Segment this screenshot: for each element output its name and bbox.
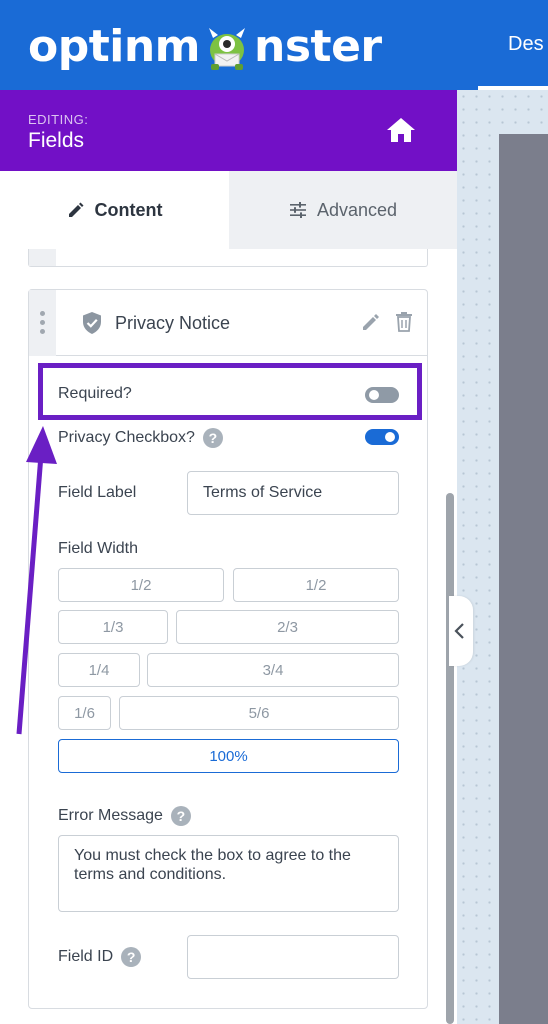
help-icon[interactable]: ? (170, 806, 191, 826)
drag-handle-icon[interactable] (29, 290, 56, 356)
width-option-2-3[interactable]: 2/3 (176, 610, 399, 644)
width-option-3-4[interactable]: 3/4 (147, 653, 399, 687)
field-id-input[interactable] (187, 935, 399, 979)
annotation-highlight-box (38, 363, 422, 420)
editing-label: EDITING: (28, 112, 89, 127)
logo-text-right: nster (254, 20, 382, 72)
error-message-label-text: Error Message (58, 807, 163, 825)
width-option-1-2[interactable]: 1/2 (58, 568, 224, 602)
shield-icon (83, 312, 101, 334)
pencil-icon (68, 202, 83, 217)
width-option-1-2[interactable]: 1/2 (233, 568, 399, 602)
trash-icon[interactable] (394, 311, 414, 333)
privacy-checkbox-label-text: Privacy Checkbox? (58, 429, 195, 447)
tab-advanced[interactable]: Advanced (229, 171, 457, 249)
field-label-label: Field Label (58, 484, 137, 501)
design-canvas (457, 90, 548, 1024)
tab-design-label: Des (508, 33, 544, 55)
width-option-100[interactable]: 100% (58, 739, 399, 773)
help-icon[interactable]: ? (121, 947, 142, 967)
sidebar-tabs: Content Advanced (0, 171, 457, 249)
tab-advanced-label: Advanced (316, 199, 398, 220)
tab-content-label: Content (94, 199, 163, 220)
campaign-preview (499, 134, 548, 1024)
edit-icon[interactable] (361, 312, 381, 332)
width-option-1-4[interactable]: 1/4 (58, 653, 140, 687)
sliders-icon (289, 202, 306, 218)
error-message-label: Error Message? (58, 806, 191, 826)
editing-header: EDITING: Fields (0, 90, 457, 171)
home-icon[interactable] (385, 116, 417, 144)
sidebar-scrollbar[interactable] (446, 493, 454, 1024)
help-icon[interactable]: ? (202, 428, 223, 448)
error-message-textarea[interactable]: You must check the box to agree to the t… (58, 835, 399, 912)
field-card-title: Privacy Notice (115, 313, 231, 333)
logo-text-left: optinm (28, 20, 201, 72)
top-bar: optinm nster Des (0, 0, 548, 90)
field-id-label-text: Field ID (58, 948, 114, 966)
editing-title: Fields (28, 129, 85, 152)
field-label-input[interactable]: Terms of Service (187, 471, 399, 515)
chevron-left-icon (454, 623, 464, 639)
drag-handle[interactable] (29, 249, 56, 266)
field-card-header[interactable]: Privacy Notice (29, 290, 427, 356)
privacy-checkbox-toggle[interactable] (365, 429, 399, 445)
monster-mascot-icon (201, 20, 253, 72)
tab-content[interactable]: Content (0, 171, 229, 249)
field-id-label: Field ID? (58, 947, 142, 967)
width-option-1-3[interactable]: 1/3 (58, 610, 168, 644)
field-width-label: Field Width (58, 540, 139, 557)
collapse-sidebar-button[interactable] (449, 596, 473, 666)
privacy-checkbox-label: Privacy Checkbox?? (58, 428, 223, 448)
width-option-5-6[interactable]: 5/6 (119, 696, 399, 730)
width-option-1-6[interactable]: 1/6 (58, 696, 111, 730)
tab-design[interactable]: Des (478, 0, 548, 90)
previous-field-card (28, 249, 428, 267)
optinmonster-logo[interactable]: optinm nster (28, 20, 382, 72)
